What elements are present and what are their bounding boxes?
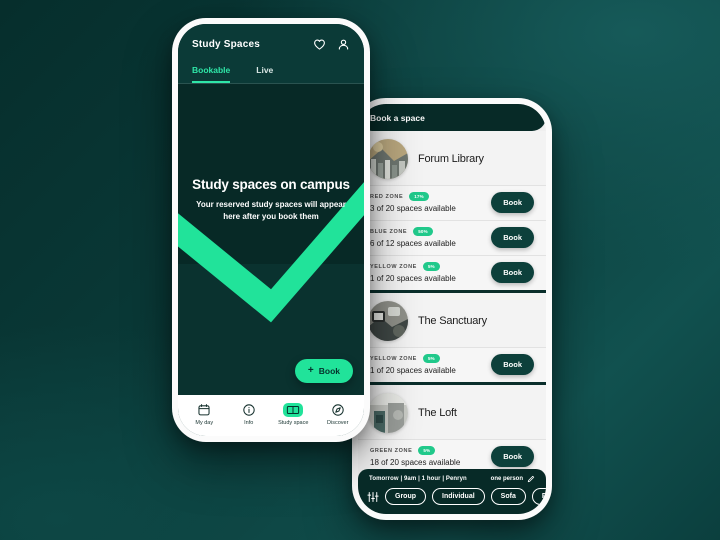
filter-icon[interactable] <box>367 491 379 503</box>
zone-row[interactable]: YELLOW ZONE 5% 1 of 20 spaces available … <box>358 347 546 382</box>
space-thumbnail-the-sanctuary <box>368 301 408 341</box>
nav-item-study-space[interactable]: Study space <box>271 403 316 426</box>
book-button[interactable]: Book <box>491 262 534 283</box>
empty-state-text: Study spaces on campus Your reserved stu… <box>178 177 364 223</box>
zone-availability: 18 of 20 spaces available <box>370 458 461 467</box>
zone-occupancy-badge: 5% <box>418 446 436 455</box>
book-fab-label: Book <box>318 366 340 376</box>
party-size-edit[interactable]: one person <box>491 475 535 483</box>
party-size-label: one person <box>490 476 523 482</box>
info-icon <box>242 403 256 417</box>
zone-heading: YELLOW ZONE 5% <box>370 354 456 363</box>
zone-row[interactable]: BLUE ZONE 50% 6 of 12 spaces available B… <box>358 220 546 255</box>
zone-availability: 1 of 20 spaces available <box>370 274 456 283</box>
nav-item-discover[interactable]: Discover <box>316 403 361 426</box>
profile-icon[interactable] <box>337 38 350 51</box>
zone-heading: GREEN ZONE 5% <box>370 446 460 455</box>
chevron-graphic <box>178 182 364 323</box>
compass-icon <box>331 403 345 417</box>
plus-icon: + <box>307 365 314 376</box>
space-thumbnail-the-loft <box>368 393 408 433</box>
empty-state-subtext: Your reserved study spaces will appear h… <box>196 200 346 222</box>
book-button[interactable]: Book <box>491 192 534 213</box>
nav-label: Discover <box>327 420 349 426</box>
space-card[interactable]: The Loft GREEN ZONE 5% 18 of 20 spaces a… <box>358 385 546 474</box>
header-title-row: Study Spaces <box>192 38 350 51</box>
space-name: The Loft <box>418 407 457 419</box>
right-phone-screen: Book a space Forum Library RED ZONE 17% … <box>358 104 546 514</box>
zone-info: BLUE ZONE 50% 6 of 12 spaces available <box>370 227 456 248</box>
zone-name: BLUE ZONE <box>370 228 408 235</box>
zone-heading: YELLOW ZONE 5% <box>370 262 456 271</box>
zone-row[interactable]: RED ZONE 17% 3 of 20 spaces available Bo… <box>358 185 546 220</box>
nav-label: Study space <box>278 420 309 426</box>
book-a-space-title: Book a space <box>358 104 546 131</box>
book-button[interactable]: Book <box>491 354 534 375</box>
book-open-icon <box>283 403 304 417</box>
zone-availability: 3 of 20 spaces available <box>370 204 456 213</box>
zone-name: GREEN ZONE <box>370 447 413 454</box>
page-title: Study Spaces <box>192 39 260 50</box>
space-card[interactable]: Forum Library RED ZONE 17% 3 of 20 space… <box>358 131 546 290</box>
heart-icon[interactable] <box>313 38 326 51</box>
phone-mockup-study-spaces: Study Spaces Bookable Live Study spaces … <box>172 18 370 442</box>
nav-item-info[interactable]: Info <box>227 403 272 426</box>
book-button[interactable]: Book <box>491 446 534 467</box>
zone-occupancy-badge: 5% <box>422 354 440 363</box>
book-button[interactable]: Book <box>491 227 534 248</box>
header-actions <box>313 38 350 51</box>
zone-heading: BLUE ZONE 50% <box>370 227 456 236</box>
zone-availability: 6 of 12 spaces available <box>370 239 456 248</box>
composition-stage: Book a space Forum Library RED ZONE 17% … <box>0 0 720 540</box>
tab-bookable[interactable]: Bookable <box>192 65 231 83</box>
tab-live[interactable]: Live <box>256 65 273 83</box>
filter-chip-individual[interactable]: Individual <box>432 488 485 505</box>
study-spaces-header: Study Spaces Bookable Live <box>178 24 364 83</box>
phone-mockup-book-a-space: Book a space Forum Library RED ZONE 17% … <box>352 98 552 520</box>
space-header: The Sanctuary <box>358 293 546 347</box>
space-card[interactable]: The Sanctuary YELLOW ZONE 5% 1 of 20 spa… <box>358 293 546 382</box>
zone-availability: 1 of 20 spaces available <box>370 366 456 375</box>
spaces-list[interactable]: Forum Library RED ZONE 17% 3 of 20 space… <box>358 131 546 514</box>
bottom-navigation[interactable]: My day Info Study space Discover <box>178 395 364 436</box>
tab-bar[interactable]: Bookable Live <box>192 65 350 83</box>
zone-info: GREEN ZONE 5% 18 of 20 spaces available <box>370 446 460 467</box>
space-header: The Loft <box>358 385 546 439</box>
empty-state-hero: Study spaces on campus Your reserved stu… <box>178 84 364 395</box>
space-name: The Sanctuary <box>418 315 487 327</box>
zone-occupancy-badge: 50% <box>413 227 433 236</box>
zone-occupancy-badge: 5% <box>422 262 440 271</box>
nav-item-my-day[interactable]: My day <box>182 403 227 426</box>
space-header: Forum Library <box>358 131 546 185</box>
zone-row[interactable]: YELLOW ZONE 5% 1 of 20 spaces available … <box>358 255 546 290</box>
booking-when-summary: Tomorrow | 9am | 1 hour | Penryn <box>369 476 467 482</box>
book-fab[interactable]: + Book <box>294 359 353 383</box>
space-name: Forum Library <box>418 153 484 165</box>
calendar-icon <box>197 403 211 417</box>
zone-heading: RED ZONE 17% <box>370 192 456 201</box>
zone-name: RED ZONE <box>370 193 404 200</box>
booking-summary-row[interactable]: Tomorrow | 9am | 1 hour | Penryn one per… <box>367 474 537 488</box>
zone-name: YELLOW ZONE <box>370 355 417 362</box>
filter-chip-group[interactable]: Group <box>385 488 426 505</box>
space-thumbnail-forum-library <box>368 139 408 179</box>
zone-occupancy-badge: 17% <box>409 192 429 201</box>
filter-chip-power[interactable]: Power <box>531 488 546 505</box>
booking-filter-sheet: Tomorrow | 9am | 1 hour | Penryn one per… <box>358 469 546 514</box>
left-phone-screen: Study Spaces Bookable Live Study spaces … <box>178 24 364 436</box>
pencil-icon[interactable] <box>527 475 535 483</box>
zone-info: YELLOW ZONE 5% 1 of 20 spaces available <box>370 262 456 283</box>
filter-chip-row[interactable]: Group Individual Sofa Power <box>367 488 546 505</box>
zone-name: YELLOW ZONE <box>370 263 417 270</box>
nav-label: My day <box>195 420 214 426</box>
empty-state-heading: Study spaces on campus <box>192 177 350 193</box>
zone-info: YELLOW ZONE 5% 1 of 20 spaces available <box>370 354 456 375</box>
filter-chip-sofa[interactable]: Sofa <box>490 488 526 505</box>
zone-info: RED ZONE 17% 3 of 20 spaces available <box>370 192 456 213</box>
nav-label: Info <box>244 420 254 426</box>
